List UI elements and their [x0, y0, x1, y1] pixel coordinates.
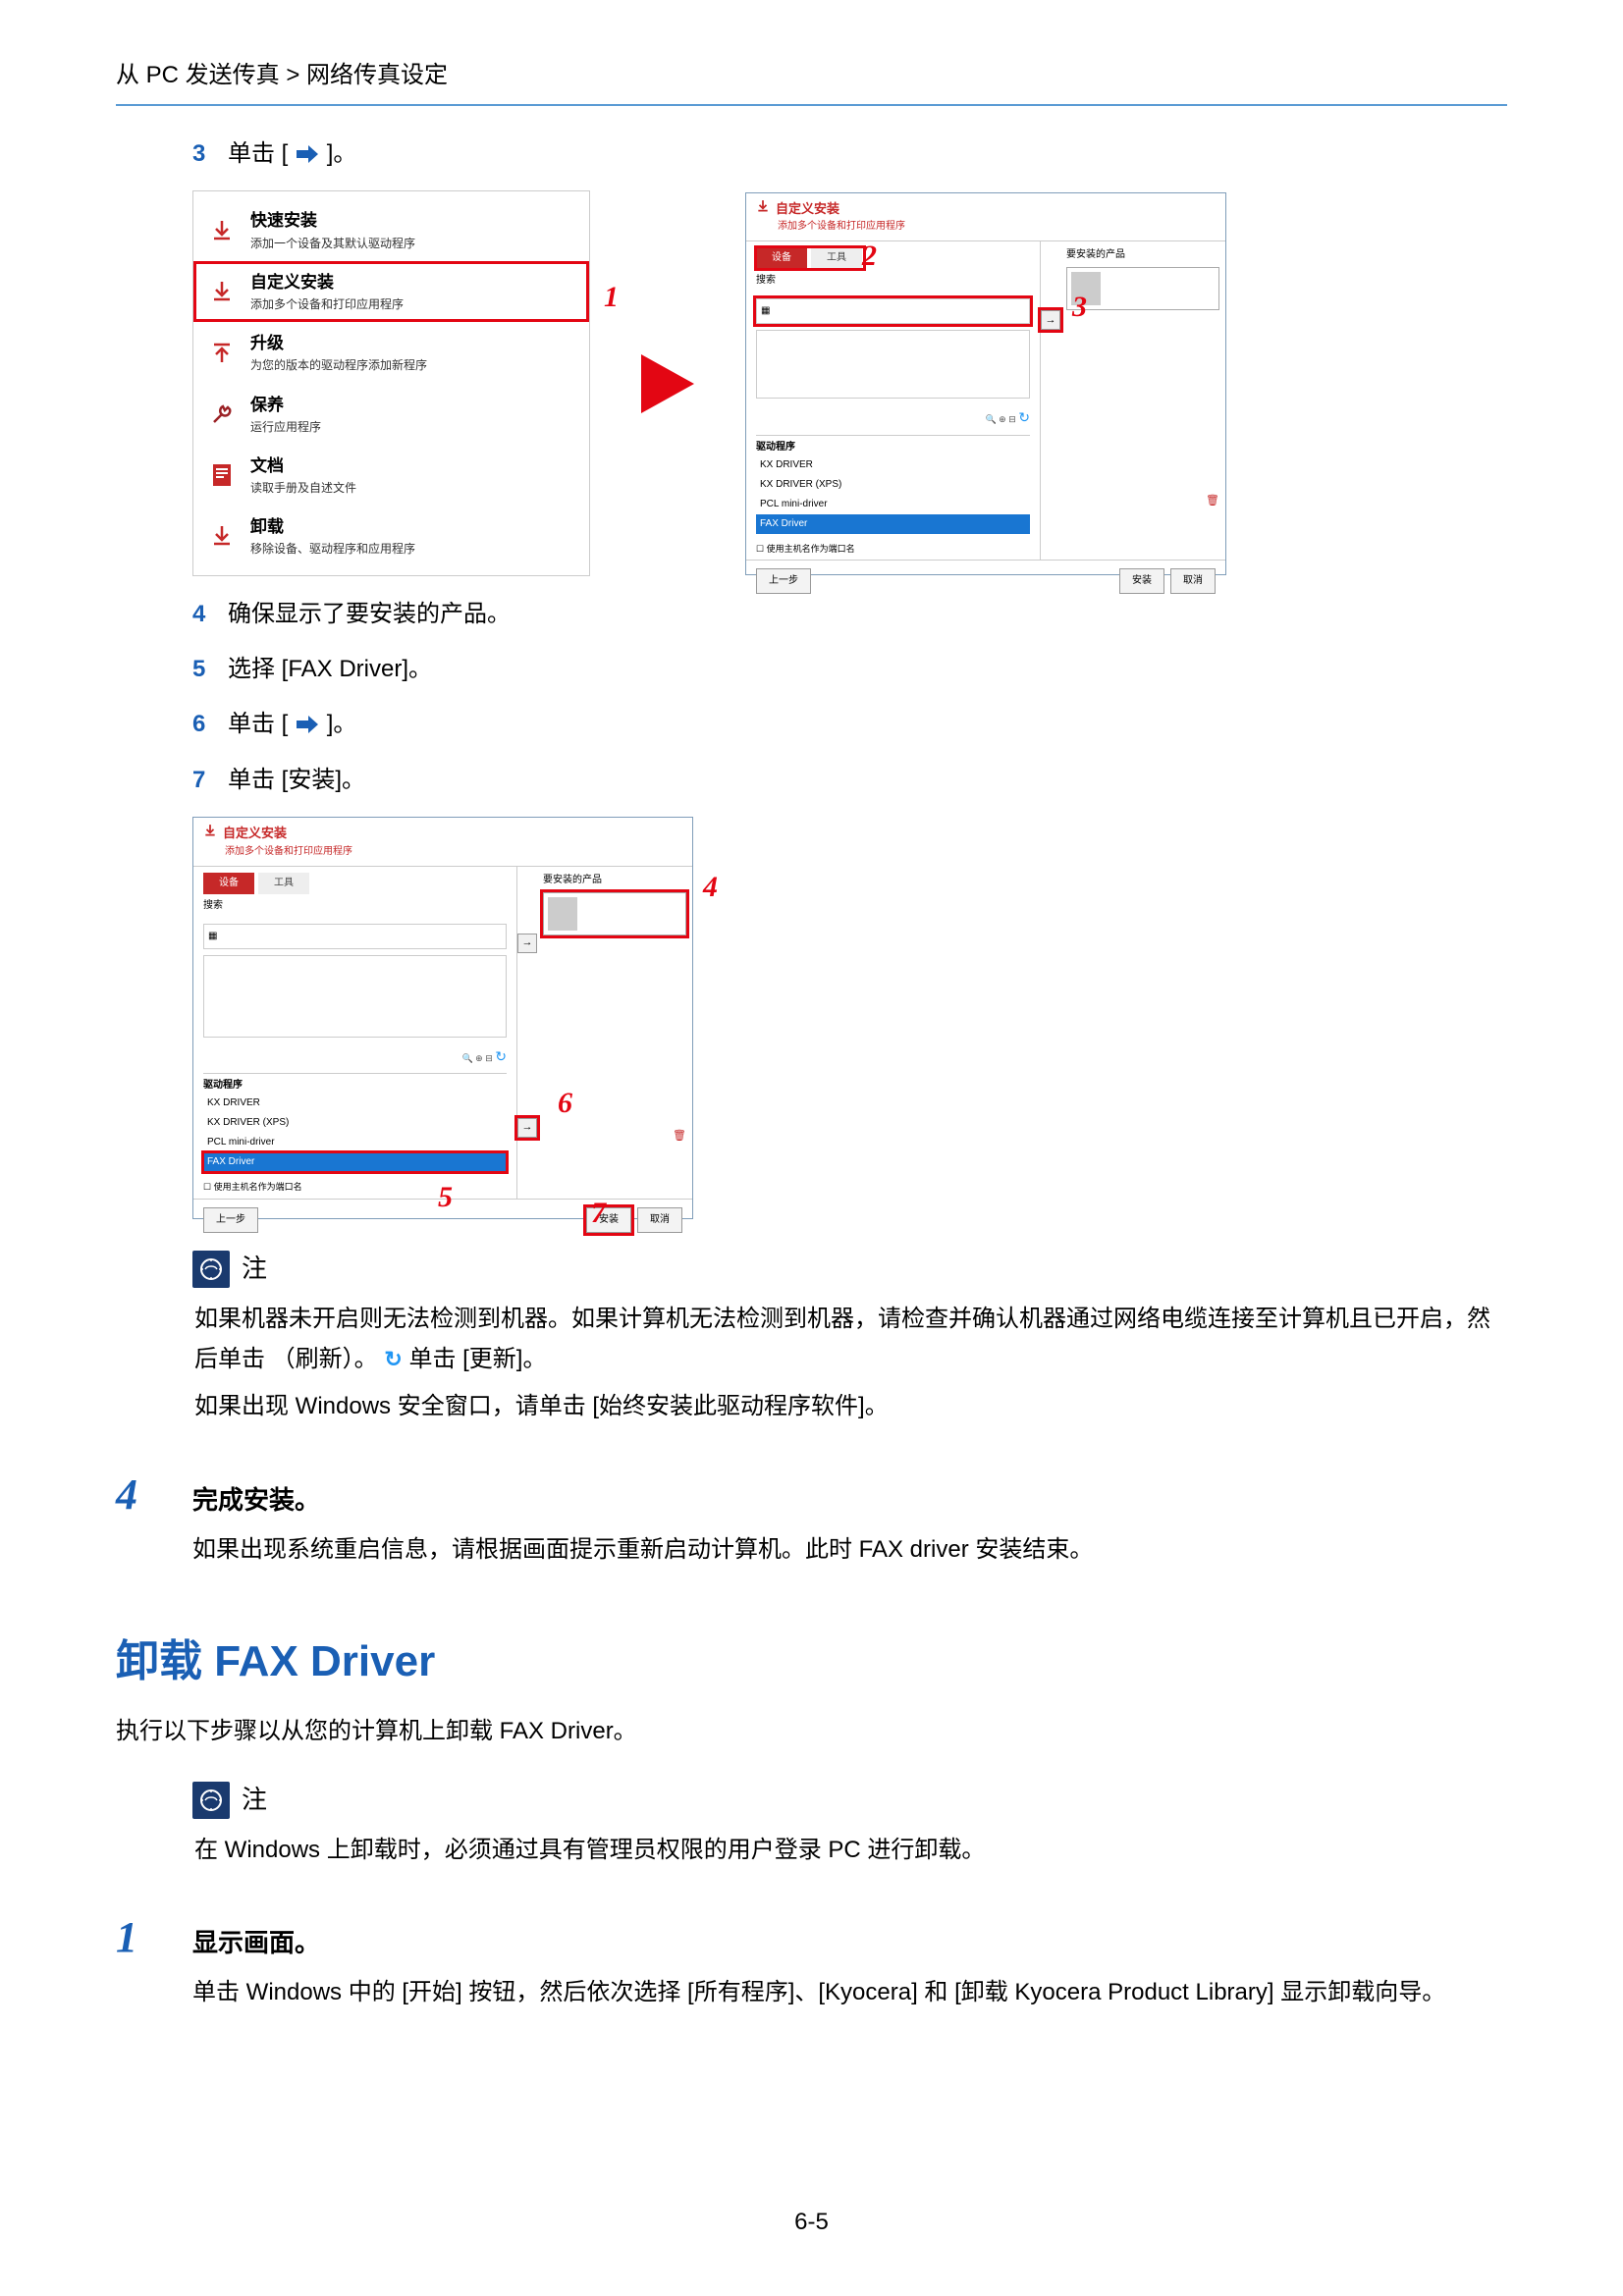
product-card — [543, 892, 686, 935]
back-button: 上一步 — [203, 1207, 258, 1233]
note-box-1: 注 如果机器未开启则无法检测到机器。如果计算机无法检测到机器，请检查并确认机器通… — [192, 1249, 1507, 1427]
refresh-icon: ↻ — [384, 1341, 402, 1377]
refresh-icon: ↻ — [1018, 409, 1030, 425]
move-right-button-2: → — [517, 1118, 537, 1138]
product-card — [1066, 267, 1219, 310]
refresh-icon: ↻ — [495, 1048, 507, 1064]
installer-maintenance: 保养 运行应用程序 — [193, 384, 589, 445]
callout-7: 7 — [591, 1190, 606, 1237]
play-arrow-icon — [629, 346, 706, 422]
step-3: 3 单击 [ ]。 — [192, 135, 1507, 173]
callout-2: 2 — [862, 233, 877, 280]
note-icon — [192, 1782, 230, 1819]
figure-row-1: 快速安装 添加一个设备及其默认驱动程序 自定义安装 添加多个设备和打印应用程序 — [192, 190, 1507, 575]
download-icon — [207, 216, 237, 245]
major-step-4: 4 完成安装。 如果出现系统重启信息，请根据画面提示重新启动计算机。此时 FAX… — [116, 1461, 1507, 1569]
cancel-button: 取消 — [1170, 568, 1216, 594]
download-icon — [207, 277, 237, 306]
step-7: 7 单击 [安装]。 — [192, 762, 1507, 799]
upload-icon — [207, 338, 237, 367]
callout-6: 6 — [558, 1080, 572, 1127]
tab-devices: 设备 — [756, 247, 807, 269]
note-body: 如果机器未开启则无法检测到机器。如果计算机无法检测到机器，请检查并确认机器通过网… — [194, 1300, 1507, 1427]
arrow-right-icon — [295, 143, 320, 165]
cancel-button: 取消 — [637, 1207, 682, 1233]
major-step-1: 1 显示画面。 单击 Windows 中的 [开始] 按钮，然后依次选择 [所有… — [116, 1903, 1507, 2011]
selected-devices — [756, 330, 1030, 399]
move-right-button: → — [517, 934, 537, 953]
fax-driver-row: FAX Driver — [203, 1152, 507, 1172]
note-box-2: 注 在 Windows 上卸载时，必须通过具有管理员权限的用户登录 PC 进行卸… — [192, 1780, 1507, 1870]
installer-menu: 快速安装 添加一个设备及其默认驱动程序 自定义安装 添加多个设备和打印应用程序 — [192, 190, 590, 575]
wizard-dialog-1: 自定义安装 添加多个设备和打印应用程序 设备 工具 搜索 ▦ 🔍 ⊕ — [745, 192, 1226, 575]
arrow-right-icon — [295, 714, 320, 735]
note-icon — [192, 1251, 230, 1288]
installer-custom: 自定义安装 添加多个设备和打印应用程序 — [193, 261, 589, 322]
callout-4: 4 — [703, 864, 718, 911]
step-text: 单击 [ ]。 — [228, 135, 1507, 173]
download-icon — [203, 824, 217, 844]
callout-1: 1 — [604, 274, 619, 321]
download-icon — [756, 199, 770, 220]
uninstall-icon — [207, 521, 237, 551]
heading-uninstall: 卸载 FAX Driver — [116, 1628, 1507, 1696]
callout-3: 3 — [1072, 284, 1087, 331]
tab-tools: 工具 — [811, 247, 862, 269]
installer-uninstall: 卸载 移除设备、驱动程序和应用程序 — [193, 506, 589, 566]
back-button: 上一步 — [756, 568, 811, 594]
h2-subtitle: 执行以下步骤以从您的计算机上卸载 FAX Driver。 — [116, 1713, 1507, 1750]
wizard-dialog-2: 自定义安装 添加多个设备和打印应用程序 设备 工具 搜索 ▦ 🔍 ⊕ — [192, 817, 693, 1219]
page-number: 6-5 — [0, 2204, 1623, 2241]
callout-5: 5 — [438, 1174, 453, 1221]
installer-quick: 快速安装 添加一个设备及其默认驱动程序 — [193, 199, 589, 260]
step-6: 6 单击 [ ]。 — [192, 706, 1507, 743]
install-button: 安装 — [1119, 568, 1164, 594]
step-number: 3 — [192, 135, 228, 173]
document-icon — [207, 460, 237, 490]
printer-thumb-icon — [548, 897, 577, 931]
breadcrumb-text: 从 PC 发送传真 > 网络传真设定 — [116, 62, 448, 88]
wrench-icon — [207, 400, 237, 429]
move-right-button: → — [1041, 310, 1060, 330]
installer-documents: 文档 读取手册及自述文件 — [193, 445, 589, 506]
installer-upgrade: 升级 为您的版本的驱动程序添加新程序 — [193, 322, 589, 383]
device-listbox: ▦ — [756, 298, 1030, 324]
step-5: 5 选择 [FAX Driver]。 — [192, 651, 1507, 688]
breadcrumb: 从 PC 发送传真 > 网络传真设定 — [116, 57, 1507, 106]
figure-2: 自定义安装 添加多个设备和打印应用程序 设备 工具 搜索 ▦ 🔍 ⊕ — [192, 817, 723, 1219]
